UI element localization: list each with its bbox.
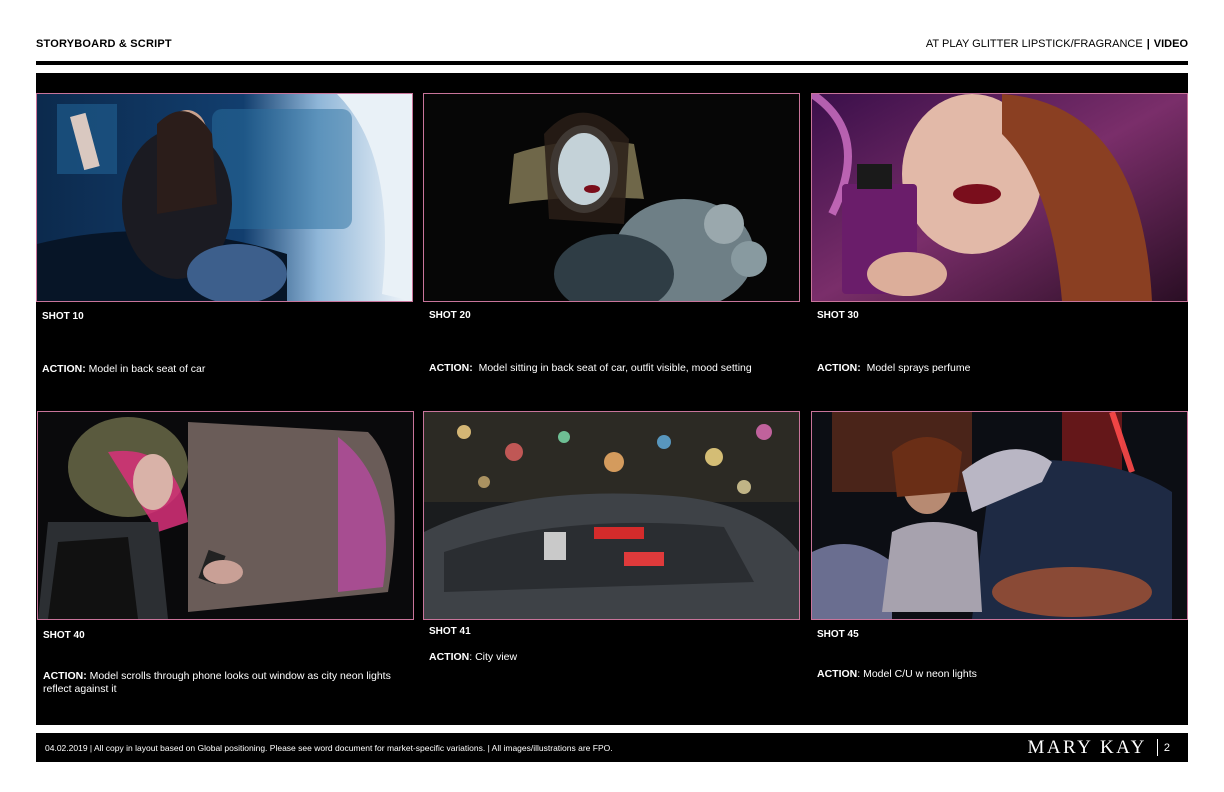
storyboard-panel: SHOT 10 ACTION: Model in back seat of ca… xyxy=(36,73,1188,725)
shot-frame[interactable] xyxy=(811,93,1188,302)
shot-number: SHOT 41 xyxy=(429,626,471,637)
action-label: ACTION: xyxy=(817,362,861,374)
shot-action: ACTION: Model scrolls through phone look… xyxy=(43,670,408,696)
model-neon-closeup-photo xyxy=(812,412,1187,619)
media-type: VIDEO xyxy=(1153,38,1188,50)
shot-frame[interactable] xyxy=(423,93,800,302)
action-label: ACTION xyxy=(429,651,470,663)
model-in-car-window-photo xyxy=(37,94,412,301)
shot-action: ACTION: Model sprays perfume xyxy=(817,362,1182,375)
shot-frame[interactable] xyxy=(811,411,1188,620)
shot-frame[interactable] xyxy=(36,93,413,302)
document-title: STORYBOARD & SCRIPT xyxy=(36,38,172,50)
shot-action: ACTION: Model in back seat of car xyxy=(42,363,407,376)
action-text: Model in back seat of car xyxy=(88,363,206,375)
shot-action: ACTION: City view xyxy=(429,651,794,664)
page-header: STORYBOARD & SCRIPT AT PLAY GLITTER LIPS… xyxy=(36,36,1188,52)
shot-action: ACTION: Model C/U w neon lights xyxy=(817,668,1182,681)
action-text: Model sitting in back seat of car, outfi… xyxy=(478,362,752,374)
model-phone-neon-photo xyxy=(38,412,413,619)
mary-kay-logo: MARY KAY xyxy=(1027,736,1147,758)
action-label: ACTION xyxy=(817,668,858,680)
footer-divider xyxy=(1156,739,1158,756)
action-text: Model scrolls through phone looks out wi… xyxy=(43,670,391,695)
shot-frame[interactable] xyxy=(423,411,800,620)
page-footer: 04.02.2019 | All copy in layout based on… xyxy=(36,733,1188,762)
model-red-lips-car-photo xyxy=(424,94,799,301)
shot-number: SHOT 20 xyxy=(429,310,471,321)
page-number: 2 xyxy=(1163,741,1170,754)
shot-number: SHOT 45 xyxy=(817,629,859,640)
city-bokeh-lights-photo xyxy=(424,412,799,619)
shot-number: SHOT 40 xyxy=(43,630,85,641)
action-text: : Model C/U w neon lights xyxy=(857,668,977,680)
action-text: : City view xyxy=(469,651,518,663)
action-label: ACTION: xyxy=(429,362,473,374)
campaign-name: AT PLAY GLITTER LIPSTICK/FRAGRANCE xyxy=(925,38,1143,50)
title-divider: | xyxy=(1146,38,1150,50)
shot-number: SHOT 30 xyxy=(817,310,859,321)
header-rule xyxy=(36,61,1188,65)
action-label: ACTION: xyxy=(42,363,86,375)
action-label: ACTION: xyxy=(43,670,87,682)
shot-action: ACTION: Model sitting in back seat of ca… xyxy=(429,362,794,375)
shot-frame[interactable] xyxy=(37,411,414,620)
shot-number: SHOT 10 xyxy=(42,311,84,322)
footer-disclaimer: 04.02.2019 | All copy in layout based on… xyxy=(45,742,613,753)
model-perfume-bottle-photo xyxy=(812,94,1187,301)
action-text: Model sprays perfume xyxy=(866,362,971,374)
campaign-title: AT PLAY GLITTER LIPSTICK/FRAGRANCE | VIDEO xyxy=(926,38,1188,50)
